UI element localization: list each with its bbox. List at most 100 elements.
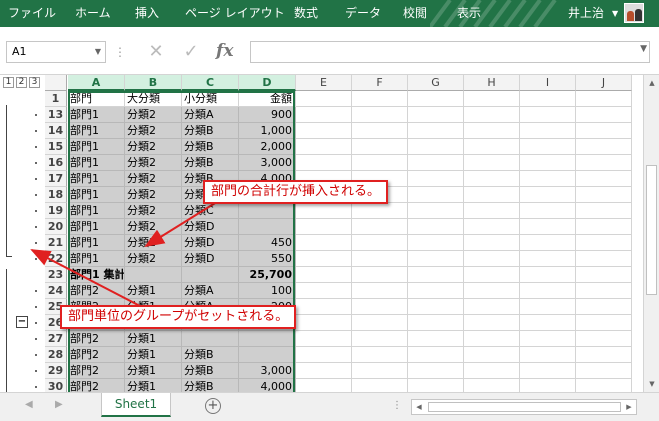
cell-b-row[interactable]: 分類1 [125,379,182,392]
scroll-right-icon[interactable]: ▶ [622,400,636,414]
cell-g-row[interactable] [408,315,464,331]
row-header[interactable]: 30 [45,379,67,392]
cell-c-row[interactable]: 分類B [182,347,239,363]
cell-e-row[interactable] [296,299,352,315]
column-header-g[interactable]: G [408,75,464,91]
cell-b-row[interactable]: 大分類 [125,91,182,107]
cell-e-row[interactable] [296,107,352,123]
cell-f-row[interactable] [352,379,408,392]
cell-b-row[interactable] [125,267,182,283]
cell-b-row[interactable]: 分類2 [125,251,182,267]
cell-j-row[interactable] [576,187,632,203]
cell-g-row[interactable] [408,187,464,203]
cell-h-row[interactable] [464,347,520,363]
cell-f-row[interactable] [352,363,408,379]
column-header-a[interactable]: A [68,75,125,91]
cell-e-row[interactable] [296,347,352,363]
cell-e-row[interactable] [296,379,352,392]
cell-h-row[interactable] [464,155,520,171]
cell-h-row[interactable] [464,219,520,235]
name-box[interactable]: A1 ▼ [6,41,106,63]
cell-j-row[interactable] [576,155,632,171]
cell-c-row[interactable]: 分類B [182,363,239,379]
column-header-h[interactable]: H [464,75,520,91]
cell-d-row[interactable] [239,203,296,219]
cell-a-row[interactable]: 部門1 [68,251,125,267]
cell-h-row[interactable] [464,283,520,299]
column-header-d[interactable]: D [239,75,296,91]
cell-b-row[interactable]: 分類1 [125,347,182,363]
cell-c-row[interactable] [182,331,239,347]
cell-d-row[interactable]: 550 [239,251,296,267]
worksheet-grid[interactable]: 1 2 3 − ABCDEFGHIJ 1 部門 大分類 小分類 金額 13 部門1 分類2 分類… [0,75,643,392]
cell-b-row[interactable]: 分類1 [125,283,182,299]
cell-d-row[interactable]: 100 [239,283,296,299]
tab-insert[interactable]: 挿入 [127,0,167,27]
cell-b-row[interactable]: 分類2 [125,171,182,187]
cell-e-row[interactable] [296,251,352,267]
cell-j-row[interactable] [576,379,632,392]
cell-g-row[interactable] [408,91,464,107]
cell-j-row[interactable] [576,267,632,283]
cell-a-row[interactable]: 部門1 [68,187,125,203]
cell-d-row[interactable] [239,219,296,235]
user-dropdown-icon[interactable]: ▼ [612,0,618,27]
cell-g-row[interactable] [408,155,464,171]
cell-i-row[interactable] [520,347,576,363]
cell-j-row[interactable] [576,331,632,347]
cell-d-row[interactable]: 3,000 [239,155,296,171]
cell-b-row[interactable]: 分類2 [125,139,182,155]
cell-b-row[interactable]: 分類2 [125,235,182,251]
row-header[interactable]: 29 [45,363,67,379]
cancel-icon[interactable]: ✕ [146,41,166,63]
cell-i-row[interactable] [520,379,576,392]
user-name[interactable]: 井上治 [568,0,604,27]
cell-a-row[interactable]: 部門2 [68,363,125,379]
tab-review[interactable]: 校閲 [395,0,435,27]
formula-bar-splitter[interactable]: ⋮ [114,41,126,63]
row-header[interactable]: 21 [45,235,67,251]
cell-a-row[interactable]: 部門1 [68,171,125,187]
row-header[interactable]: 20 [45,219,67,235]
cell-i-row[interactable] [520,363,576,379]
formula-input[interactable]: ▼ [250,41,650,63]
tab-page-layout[interactable]: ページ レイアウト [177,0,293,27]
cell-h-row[interactable] [464,139,520,155]
cell-f-row[interactable] [352,331,408,347]
row-header[interactable]: 23 [45,267,67,283]
cell-e-row[interactable] [296,235,352,251]
cell-g-row[interactable] [408,283,464,299]
cell-a-row[interactable]: 部門2 [68,331,125,347]
tab-view[interactable]: 表示 [449,0,489,27]
cell-d-row[interactable]: 25,700 [239,267,296,283]
enter-check-icon[interactable]: ✓ [181,41,201,63]
cell-i-row[interactable] [520,219,576,235]
column-header-f[interactable]: F [352,75,408,91]
cell-g-row[interactable] [408,123,464,139]
cell-a-row[interactable]: 部門1 [68,155,125,171]
row-header[interactable]: 27 [45,331,67,347]
chevron-down-icon[interactable]: ▼ [95,42,101,62]
cell-d-row[interactable]: 1,000 [239,123,296,139]
cell-a-row[interactable]: 部門1 [68,123,125,139]
cell-i-row[interactable] [520,235,576,251]
cell-i-row[interactable] [520,299,576,315]
outline-level-1-button[interactable]: 1 [3,77,14,88]
cell-g-row[interactable] [408,107,464,123]
row-header[interactable]: 19 [45,203,67,219]
cell-f-row[interactable] [352,139,408,155]
expand-formula-icon[interactable]: ▼ [640,44,647,54]
cell-a-row[interactable]: 部門 [68,91,125,107]
cell-c-row[interactable]: 小分類 [182,91,239,107]
row-header[interactable]: 13 [45,107,67,123]
cell-a-row[interactable]: 部門1 [68,219,125,235]
cell-f-row[interactable] [352,203,408,219]
cell-f-row[interactable] [352,219,408,235]
cell-j-row[interactable] [576,107,632,123]
cell-e-row[interactable] [296,363,352,379]
cell-c-row[interactable]: 分類C [182,203,239,219]
add-sheet-button[interactable]: + [205,398,221,414]
row-header[interactable]: 17 [45,171,67,187]
next-sheet-icon[interactable]: ▶ [55,399,63,410]
cell-j-row[interactable] [576,283,632,299]
